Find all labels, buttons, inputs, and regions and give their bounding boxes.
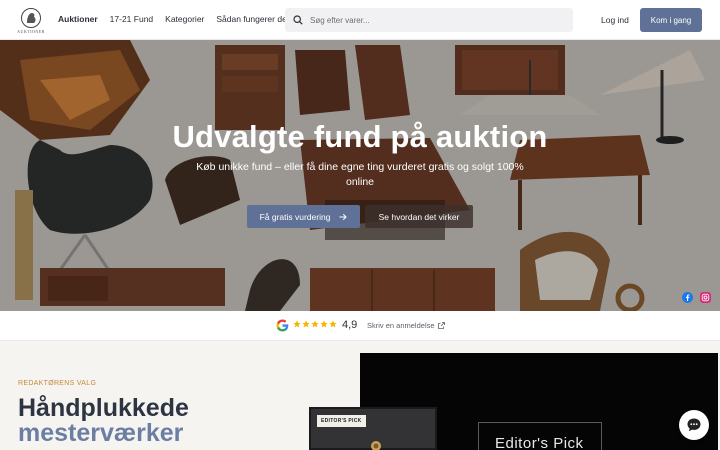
search-input[interactable] — [310, 15, 550, 25]
editors-pick-section: REDAKTØRENS VALG Håndplukkede mesterværk… — [0, 341, 720, 450]
star-icon — [320, 320, 328, 328]
hero-title: Udvalgte fund på auktion — [172, 119, 548, 154]
chat-button[interactable] — [679, 410, 709, 440]
get-started-button[interactable]: Kom i gang — [640, 8, 702, 32]
rating-value: 4,9 — [342, 319, 358, 331]
nav-kategorier[interactable]: Kategorier — [165, 14, 204, 24]
star-icon — [329, 320, 337, 328]
login-link[interactable]: Log ind — [601, 15, 629, 25]
free-valuation-button[interactable]: Få gratis vurdering — [247, 205, 360, 228]
star-icon — [302, 320, 310, 328]
item-thumbnail — [371, 441, 381, 450]
hero-section: Udvalgte fund på auktion Køb unikke fund… — [0, 40, 720, 311]
section-eyebrow: REDAKTØRENS VALG — [18, 380, 97, 387]
editors-pick-frame: Editor's Pick — [478, 422, 602, 450]
logo-text: AUKTIONER — [17, 29, 45, 34]
google-icon — [276, 319, 289, 332]
free-valuation-label: Få gratis vurdering — [259, 211, 331, 222]
editors-pick-title: Editor's Pick — [495, 435, 584, 450]
chat-icon — [687, 418, 701, 432]
arrow-right-icon — [339, 213, 348, 220]
facebook-icon[interactable] — [682, 292, 693, 303]
nav-fund[interactable]: 17-21 Fund — [110, 14, 153, 24]
main-nav: Auktioner 17-21 Fund Kategorier Sådan fu… — [58, 14, 289, 24]
editors-pick-tag: EDITOR'S PICK — [317, 415, 366, 427]
write-review-label: Skriv en anmeldelse — [367, 321, 435, 330]
search-bar[interactable] — [285, 8, 573, 32]
search-icon — [293, 15, 303, 25]
section-heading-line2: mesterværker — [18, 419, 184, 447]
hero-subtitle: Køb unikke fund – eller få dine egne tin… — [196, 161, 524, 188]
instagram-icon[interactable] — [700, 292, 711, 303]
star-icon — [293, 320, 301, 328]
star-icon — [311, 320, 319, 328]
rating-bar: 4,9 Skriv en anmeldelse — [0, 311, 720, 341]
editors-pick-card[interactable]: EDITOR'S PICK — [309, 407, 437, 450]
how-it-works-button[interactable]: Se hvordan det virker — [365, 205, 473, 228]
star-rating — [293, 320, 337, 328]
nav-auktioner[interactable]: Auktioner — [58, 14, 98, 24]
site-header: AUKTIONER Auktioner 17-21 Fund Kategorie… — [0, 0, 720, 40]
write-review-link[interactable]: Skriv en anmeldelse — [367, 321, 445, 330]
nav-how-it-works[interactable]: Sådan fungerer det — [216, 14, 289, 24]
external-link-icon — [437, 322, 445, 329]
